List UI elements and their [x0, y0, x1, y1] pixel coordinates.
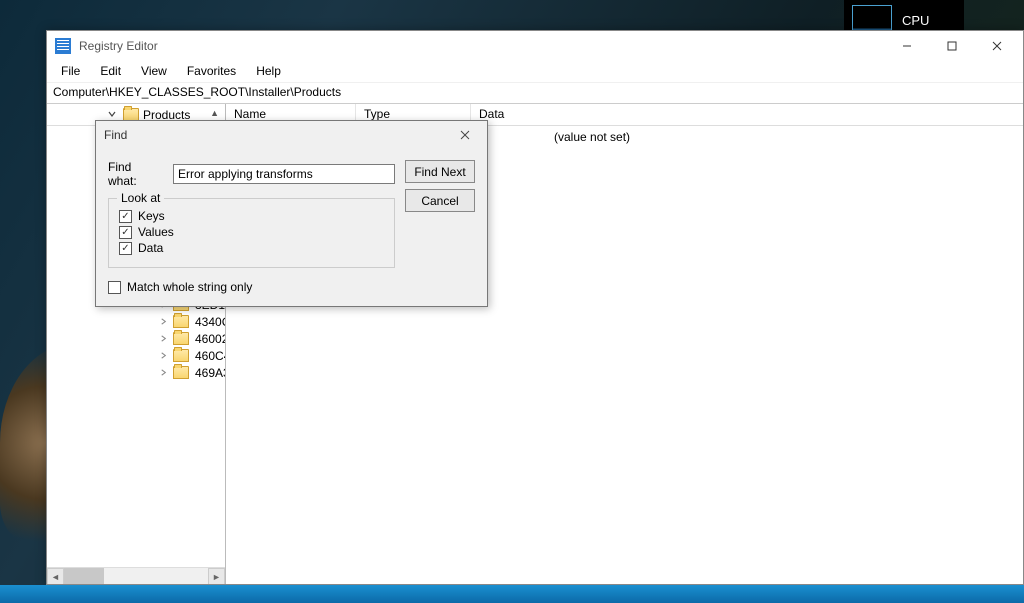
- look-at-group: Look at ✓ Keys ✓ Values ✓ Data: [108, 198, 395, 268]
- look-at-legend: Look at: [117, 191, 164, 205]
- find-title: Find: [104, 128, 451, 142]
- registry-editor-window: Registry Editor File Edit View Favorites…: [46, 30, 1024, 585]
- menu-favorites[interactable]: Favorites: [177, 61, 246, 82]
- menu-view[interactable]: View: [131, 61, 177, 82]
- folder-icon: [173, 315, 189, 328]
- find-what-input[interactable]: [173, 164, 395, 184]
- scroll-thumb[interactable]: [64, 568, 104, 584]
- tree-item[interactable]: 460C46497CAA61: [47, 347, 225, 364]
- tree-item-label: 460C46497CAA61: [195, 349, 225, 363]
- menu-help[interactable]: Help: [246, 61, 291, 82]
- tree-item[interactable]: 469A3A563CD320: [47, 364, 225, 381]
- scroll-right-button[interactable]: ►: [208, 568, 225, 584]
- match-whole-label: Match whole string only: [127, 280, 252, 294]
- keys-label: Keys: [138, 209, 165, 223]
- tree-item[interactable]: 460021090700000: [47, 330, 225, 347]
- close-button[interactable]: [974, 32, 1019, 60]
- tree-item[interactable]: 4340C992E4F4F14: [47, 313, 225, 330]
- find-next-button[interactable]: Find Next: [405, 160, 475, 183]
- horizontal-scrollbar[interactable]: ◄ ►: [47, 567, 225, 584]
- folder-icon: [173, 332, 189, 345]
- chevron-down-icon[interactable]: [107, 109, 117, 119]
- tree-item-label: 460021090700000: [195, 332, 225, 346]
- data-checkbox[interactable]: ✓: [119, 242, 132, 255]
- find-close-button[interactable]: [451, 125, 479, 145]
- sort-indicator-icon: ▲: [210, 108, 219, 118]
- values-checkbox[interactable]: ✓: [119, 226, 132, 239]
- find-what-label: Find what:: [108, 160, 163, 188]
- minimize-button[interactable]: [884, 32, 929, 60]
- titlebar[interactable]: Registry Editor: [47, 31, 1023, 61]
- find-dialog: Find Find what: Find Next Cancel Look at…: [95, 120, 488, 307]
- maximize-button[interactable]: [929, 32, 974, 60]
- scroll-left-button[interactable]: ◄: [47, 568, 64, 584]
- keys-checkbox[interactable]: ✓: [119, 210, 132, 223]
- chevron-right-icon[interactable]: [159, 351, 169, 361]
- find-titlebar[interactable]: Find: [96, 121, 487, 148]
- folder-icon: [173, 366, 189, 379]
- chevron-right-icon[interactable]: [159, 334, 169, 344]
- taskbar[interactable]: [0, 585, 1024, 603]
- data-label: Data: [138, 241, 163, 255]
- column-data[interactable]: Data: [471, 104, 1023, 125]
- cancel-button[interactable]: Cancel: [405, 189, 475, 212]
- match-whole-checkbox[interactable]: [108, 281, 121, 294]
- menu-edit[interactable]: Edit: [90, 61, 131, 82]
- scroll-track[interactable]: [64, 568, 208, 584]
- address-bar[interactable]: Computer\HKEY_CLASSES_ROOT\Installer\Pro…: [47, 83, 1023, 104]
- tree-item-label: 4340C992E4F4F14: [195, 315, 225, 329]
- chevron-right-icon[interactable]: [159, 368, 169, 378]
- values-label: Values: [138, 225, 174, 239]
- menu-file[interactable]: File: [51, 61, 90, 82]
- tree-item-label: 469A3A563CD320: [195, 366, 225, 380]
- regedit-icon: [55, 38, 71, 54]
- cpu-label: CPU: [902, 13, 929, 28]
- value-data-cell: (value not set): [554, 130, 630, 144]
- menubar: File Edit View Favorites Help: [47, 61, 1023, 83]
- chevron-right-icon[interactable]: [159, 317, 169, 327]
- window-title: Registry Editor: [79, 39, 884, 53]
- folder-icon: [173, 349, 189, 362]
